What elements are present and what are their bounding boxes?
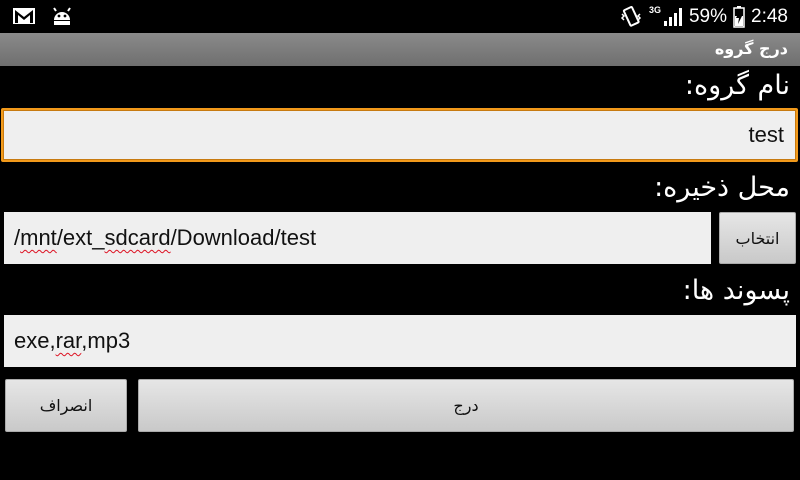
dialog-titlebar: درج گروه: [0, 33, 800, 66]
group-name-input[interactable]: test: [1, 108, 798, 162]
vibrate-icon: [620, 5, 642, 27]
group-name-label: نام گروه:: [684, 70, 790, 101]
extensions-input[interactable]: exe,rar,mp3: [4, 315, 796, 367]
insert-button[interactable]: درج: [138, 379, 794, 432]
cancel-button[interactable]: انصراف: [5, 379, 127, 432]
extensions-label: پسوند ها:: [682, 275, 790, 306]
network-type: 3G: [648, 4, 661, 15]
notification-icons: [12, 6, 74, 26]
dialog-title: درج گروه: [714, 39, 788, 58]
clock: 2:48: [751, 5, 788, 27]
save-location-input[interactable]: /mnt/ext_sdcard/Download/test: [4, 212, 711, 264]
signal-icon: [663, 7, 682, 26]
android-debug-icon: [53, 7, 71, 25]
status-bar: 3G 59% 2:48: [0, 0, 800, 33]
group-name-value: test: [748, 122, 784, 147]
battery-percent: 59%: [688, 5, 728, 27]
browse-button[interactable]: انتخاب: [719, 212, 796, 264]
extensions-value: exe,rar,mp3: [14, 328, 131, 353]
system-icons: 3G 59% 2:48: [619, 4, 788, 29]
battery-charging-icon: [733, 5, 745, 28]
save-location-value: /mnt/ext_sdcard/Download/test: [14, 225, 317, 250]
gmail-icon: [13, 8, 35, 24]
save-location-label: محل ذخیره:: [654, 172, 790, 203]
